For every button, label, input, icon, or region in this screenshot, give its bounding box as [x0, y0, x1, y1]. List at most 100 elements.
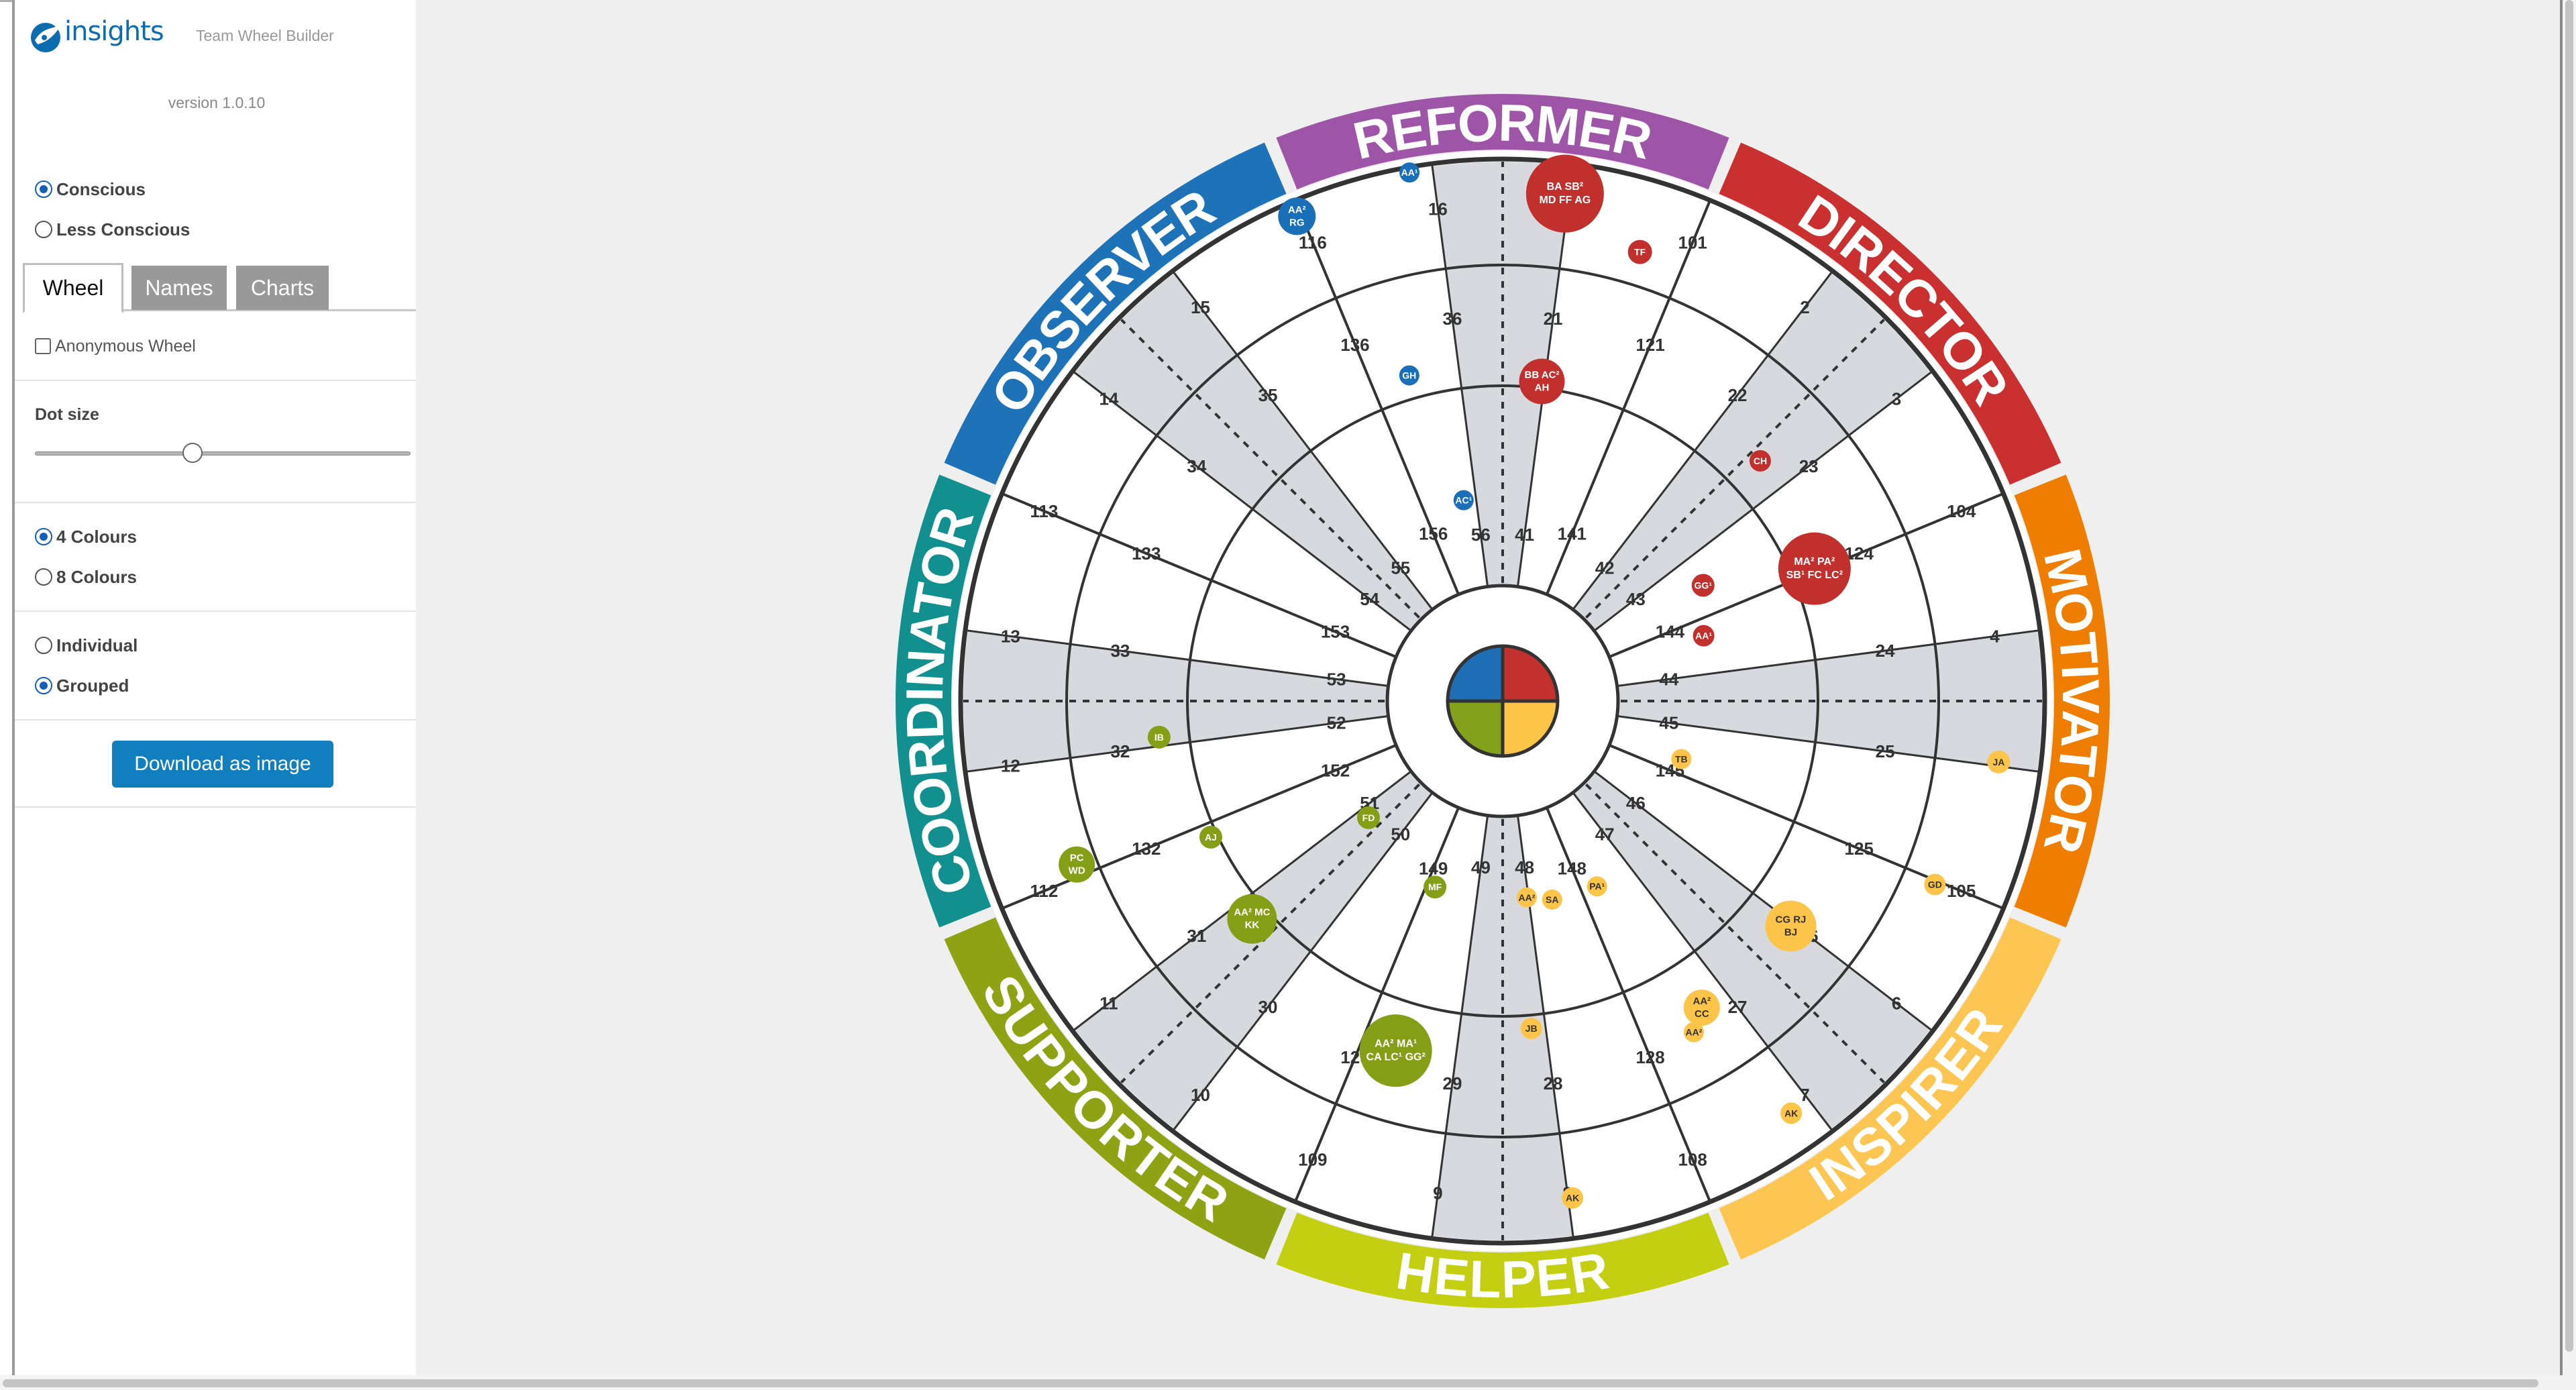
position-number: 105 [1947, 881, 1976, 901]
dot-size-label: Dot size [35, 405, 99, 424]
dot-initials: TB [1675, 754, 1688, 765]
radio-button[interactable] [35, 180, 52, 198]
position-number: 149 [1419, 858, 1448, 878]
position-number: 9 [1433, 1183, 1442, 1204]
dot-initials: PC [1070, 853, 1084, 864]
position-number: 4 [1990, 626, 2000, 646]
team-member-dot [1765, 900, 1817, 952]
radio-conscious[interactable]: Conscious [35, 176, 146, 203]
horizontal-scrollbar-thumb[interactable] [3, 1379, 2538, 1387]
download-image-button[interactable]: Download as image [112, 741, 333, 788]
position-number: 56 [1471, 525, 1491, 545]
position-number: 136 [1340, 335, 1369, 355]
radio-button[interactable] [35, 637, 52, 654]
position-number: 113 [1030, 501, 1058, 521]
position-number: 48 [1515, 857, 1534, 877]
anonymous-wheel-toggle[interactable]: Anonymous Wheel [35, 334, 196, 358]
radio-button[interactable] [35, 528, 52, 545]
anonymous-wheel-label: Anonymous Wheel [55, 336, 196, 356]
slider-track[interactable] [35, 451, 411, 456]
position-number: 2 [1800, 297, 1809, 317]
dot-initials: AA² MC [1234, 907, 1270, 918]
tab-names[interactable]: Names [131, 266, 227, 310]
position-number: 112 [1030, 881, 1058, 901]
app-window: insights Team Wheel Builder version 1.0.… [0, 0, 2576, 1390]
anonymous-wheel-checkbox[interactable] [35, 338, 51, 354]
dot-initials: AA² [1519, 892, 1536, 903]
radio-label-less-conscious: Less Conscious [56, 219, 191, 239]
position-number: 31 [1187, 926, 1206, 946]
radio-label-individual: Individual [56, 635, 138, 655]
slider-handle[interactable] [182, 443, 203, 463]
position-number: 13 [1001, 626, 1020, 646]
position-number: 7 [1800, 1085, 1809, 1105]
position-number: 46 [1626, 793, 1646, 813]
position-number: 133 [1132, 543, 1161, 564]
position-number: 23 [1799, 456, 1819, 476]
position-number: 25 [1876, 741, 1895, 761]
position-number: 10 [1191, 1085, 1210, 1105]
tab-charts[interactable]: Charts [236, 266, 329, 310]
position-number: 109 [1298, 1150, 1327, 1170]
position-number: 28 [1544, 1073, 1563, 1093]
radio-less-conscious[interactable]: Less Conscious [35, 216, 190, 243]
dot-initials: MD FF AG [1539, 195, 1591, 206]
dot-initials: CH [1754, 456, 1767, 466]
radio-button[interactable] [35, 221, 52, 238]
dot-initials: BJ [1784, 927, 1797, 939]
position-number: 101 [1678, 232, 1707, 252]
radio-4-colours[interactable]: 4 Colours [35, 523, 137, 550]
radio-button[interactable] [35, 677, 52, 694]
position-number: 32 [1110, 741, 1130, 761]
dot-initials: BB AC² [1525, 370, 1560, 381]
team-member-dot [1525, 154, 1604, 233]
position-number: 128 [1635, 1047, 1664, 1067]
dot-initials: AK [1566, 1193, 1579, 1204]
dot-initials: GG¹ [1695, 580, 1713, 591]
position-number: 104 [1947, 501, 1976, 521]
divider [15, 610, 419, 612]
dot-initials: AJ [1205, 832, 1217, 843]
position-number: 144 [1656, 622, 1685, 642]
position-number: 116 [1299, 232, 1327, 252]
app-title: Team Wheel Builder [196, 27, 334, 44]
radio-label-8-colours: 8 Colours [56, 566, 137, 587]
position-number: 14 [1099, 389, 1118, 409]
position-number: 153 [1321, 622, 1350, 642]
position-number: 50 [1391, 824, 1410, 844]
radio-label-conscious: Conscious [56, 178, 146, 199]
dot-initials: GD [1928, 879, 1942, 890]
dot-initials: RG [1289, 217, 1305, 228]
team-member-dot [1227, 894, 1277, 944]
dot-initials: CC [1695, 1008, 1709, 1020]
sidebar: insights Team Wheel Builder version 1.0.… [12, 0, 424, 1375]
dot-initials: JA [1992, 757, 2004, 767]
radio-grouped[interactable]: Grouped [35, 672, 129, 699]
radio-individual[interactable]: Individual [35, 632, 138, 659]
position-number: 27 [1728, 997, 1748, 1017]
radio-label-grouped: Grouped [56, 675, 129, 696]
position-number: 54 [1360, 589, 1379, 609]
dot-initials: TF [1634, 247, 1646, 258]
position-number: 156 [1419, 524, 1448, 544]
dot-initials: MF [1428, 881, 1442, 892]
position-number: 30 [1258, 997, 1278, 1017]
team-member-dot [1278, 197, 1316, 235]
position-number: 11 [1099, 993, 1118, 1013]
position-number: 141 [1558, 524, 1587, 544]
dot-initials: PA¹ [1589, 881, 1605, 892]
tab-bar: Wheel Names Charts [23, 263, 424, 313]
dot-initials: WD [1069, 865, 1085, 877]
tab-wheel[interactable]: Wheel [23, 263, 123, 313]
vertical-scrollbar-thumb[interactable] [2565, 0, 2573, 1352]
dot-initials: AA² MA¹ [1375, 1038, 1417, 1050]
dot-initials: GH [1402, 370, 1416, 381]
dot-size-slider[interactable] [35, 443, 411, 463]
dot-initials: SA [1546, 894, 1558, 905]
dot-initials: AA¹ [1695, 631, 1712, 641]
team-member-dot [1519, 358, 1565, 405]
dot-initials: JB [1525, 1023, 1538, 1034]
radio-button[interactable] [35, 568, 52, 586]
position-number: 34 [1187, 456, 1206, 476]
radio-8-colours[interactable]: 8 Colours [35, 564, 137, 590]
